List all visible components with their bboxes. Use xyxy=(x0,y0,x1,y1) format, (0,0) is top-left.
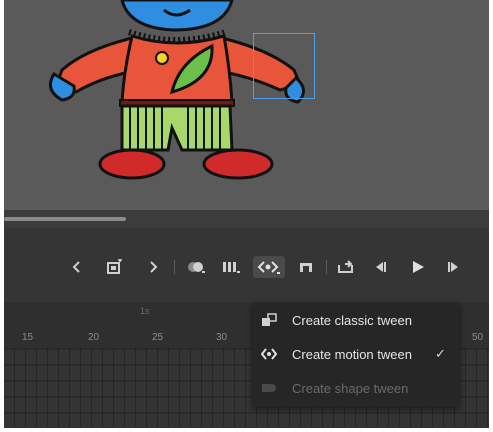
stage-scrollbar[interactable] xyxy=(4,210,489,228)
onion-skin-icon[interactable] xyxy=(184,256,208,278)
chevron-right-icon[interactable] xyxy=(144,256,162,278)
ruler-label: 50 xyxy=(472,332,484,343)
toolbar-divider xyxy=(174,260,175,274)
insert-keyframe-icon[interactable] xyxy=(104,256,126,278)
step-forward-icon[interactable] xyxy=(444,256,464,278)
ruler-label: 25 xyxy=(152,332,164,343)
second-marker: 1s xyxy=(140,306,150,316)
menu-item-shape-tween: Create shape tween xyxy=(252,373,460,403)
toolbar-divider xyxy=(326,260,327,274)
ruler-label: 15 xyxy=(22,332,34,343)
ruler-label: 20 xyxy=(88,332,100,343)
selection-bounding-box[interactable] xyxy=(253,33,315,99)
menu-item-classic-tween[interactable]: Create classic tween xyxy=(252,305,460,335)
play-icon[interactable] xyxy=(408,256,428,278)
step-back-icon[interactable] xyxy=(370,256,390,278)
tween-icon[interactable] xyxy=(253,256,285,278)
scrollbar-thumb[interactable] xyxy=(4,217,126,221)
shape-tween-icon xyxy=(261,381,277,395)
timeline-toolbar xyxy=(4,228,489,302)
menu-item-label: Create classic tween xyxy=(292,312,412,328)
menu-item-label: Create motion tween xyxy=(292,346,412,362)
menu-item-label: Create shape tween xyxy=(292,380,409,396)
frame-view-icon[interactable] xyxy=(219,256,243,278)
ruler-label: 30 xyxy=(216,332,228,343)
stage-canvas[interactable] xyxy=(4,0,489,210)
checkmark-icon: ✓ xyxy=(435,346,446,361)
loop-icon[interactable] xyxy=(295,256,317,278)
tween-dropdown-menu: Create classic tween Create motion tween… xyxy=(252,303,460,407)
motion-tween-icon xyxy=(260,347,278,361)
character-illustration[interactable] xyxy=(4,0,489,210)
chevron-left-icon[interactable] xyxy=(68,256,86,278)
app-frame: 1s 15 20 25 30 50 Create classic tween C… xyxy=(0,0,493,432)
classic-tween-icon xyxy=(261,313,277,327)
menu-item-motion-tween[interactable]: Create motion tween ✓ xyxy=(252,339,460,369)
return-to-first-frame-icon[interactable] xyxy=(334,256,358,278)
